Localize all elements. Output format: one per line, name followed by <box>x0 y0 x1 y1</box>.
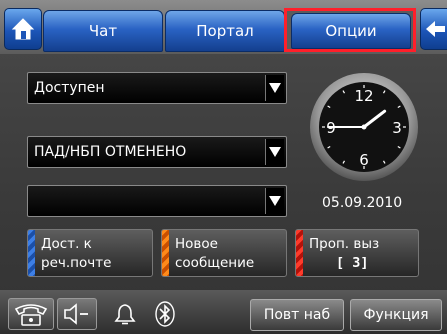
bluetooth-icon <box>155 301 175 327</box>
back-arrow-icon <box>425 21 445 37</box>
empty-dropdown[interactable] <box>27 185 287 217</box>
home-button[interactable] <box>4 8 42 50</box>
dropdown-arrow-icon <box>265 188 284 214</box>
date-display: 05.09.2010 <box>322 195 403 211</box>
tab-chat[interactable]: Чат <box>43 10 163 52</box>
bell-icon <box>114 304 136 325</box>
dropdown-arrow-icon <box>265 139 284 165</box>
missed-calls-indicator <box>296 230 303 276</box>
new-message-label-line2: сообщение <box>175 255 255 271</box>
back-button[interactable] <box>420 8 447 50</box>
tab-options-label: Опции <box>325 22 377 40</box>
dropdown-arrow-icon <box>265 75 284 101</box>
handset-button[interactable] <box>8 298 54 330</box>
forwarding-dropdown[interactable]: ПАД/НБП ОТМЕНЕНО <box>27 136 287 168</box>
tab-options-highlight: Опции <box>284 8 416 52</box>
speaker-icon <box>64 303 88 325</box>
voicemail-label-line2: реч.почте <box>41 255 112 271</box>
redial-button[interactable]: Повт наб <box>250 299 344 331</box>
new-message-label-line1: Новое <box>175 236 218 252</box>
function-label: Функция <box>363 307 429 323</box>
function-button[interactable]: Функция <box>350 299 442 331</box>
missed-calls-button[interactable]: Проп. выз [ 3] <box>295 229 419 277</box>
speaker-button[interactable] <box>57 298 97 330</box>
clock-numeral-6: 6 <box>359 151 369 169</box>
clock-numeral-3: 3 <box>392 119 402 137</box>
phone-icon <box>14 304 48 326</box>
ringer-button[interactable] <box>110 298 140 330</box>
missed-calls-label: Проп. выз <box>309 236 380 252</box>
missed-calls-count: [ 3] <box>336 255 369 271</box>
tab-chat-label: Чат <box>88 22 118 40</box>
tab-options[interactable]: Опции <box>291 13 411 49</box>
redial-label: Повт наб <box>263 307 331 323</box>
status-dropdown[interactable]: Доступен <box>27 72 287 104</box>
top-tab-bar: Чат Портал Опции <box>0 0 447 54</box>
status-dropdown-value: Доступен <box>34 80 105 96</box>
voicemail-button[interactable]: Дост. к реч.почте <box>27 229 153 277</box>
new-message-button[interactable]: Новое сообщение <box>161 229 287 277</box>
phone-screen: Чат Портал Опции Доступен ПАД/НБП ОТМЕНЕ… <box>0 0 447 334</box>
voicemail-indicator <box>28 230 35 276</box>
tab-portal[interactable]: Портал <box>165 10 285 52</box>
new-message-indicator <box>162 230 169 276</box>
forwarding-dropdown-value: ПАД/НБП ОТМЕНЕНО <box>34 144 187 160</box>
tab-portal-label: Портал <box>196 22 254 40</box>
clock-numeral-12: 12 <box>354 87 373 105</box>
analog-clock: 12 3 6 9 <box>310 73 418 181</box>
voicemail-label-line1: Дост. к <box>41 236 92 252</box>
bluetooth-button[interactable] <box>150 298 180 330</box>
home-icon <box>11 18 35 40</box>
